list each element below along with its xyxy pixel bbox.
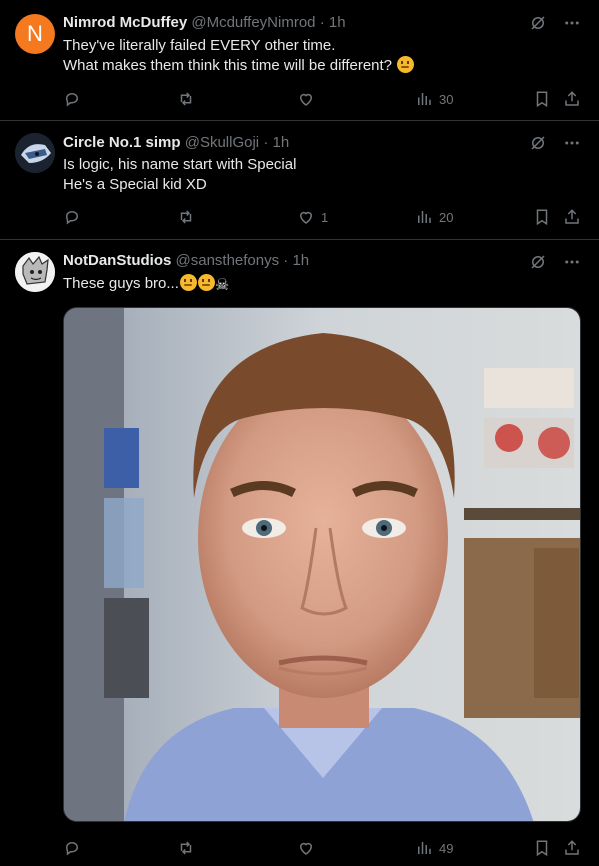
tweet-line: What makes them think this time will be … [63,57,393,74]
user-handle[interactable]: @SkullGoji [185,134,259,151]
timestamp[interactable]: · 1h [320,14,346,31]
heart-icon [299,93,313,106]
more-icon[interactable] [563,253,581,271]
tweet-header: NotDanStudios @sansthefonys · 1h [63,251,309,271]
views-button[interactable]: 49 [415,837,453,859]
views-icon [418,211,431,223]
tweet-actions: 30 [63,88,581,110]
avatar[interactable] [15,133,55,173]
repost-button[interactable] [177,837,195,859]
tweet-top-actions [529,253,581,271]
timestamp[interactable]: · 1h [263,134,289,151]
user-handle[interactable]: @McduffeyNimrod [191,14,315,31]
display-name[interactable]: Circle No.1 simp [63,134,181,151]
display-name[interactable]: Nimrod McDuffey [63,14,187,31]
avatar[interactable]: N [15,14,55,54]
tweet[interactable]: NotDanStudios @sansthefonys · 1h These g… [0,240,599,866]
grok-icon[interactable] [529,14,547,32]
view-count: 49 [439,840,454,856]
bookmark-icon [536,840,548,857]
tweet-text: They've literally failed EVERY other tim… [63,36,415,76]
tweet-line: These guys bro... [63,275,179,292]
tweet[interactable]: Circle No.1 simp @SkullGoji · 1h Is logi… [0,121,599,240]
more-icon[interactable] [563,14,581,32]
share-button[interactable] [563,206,581,228]
display-name[interactable]: NotDanStudios [63,252,171,269]
tweet-line: Is logic, his name start with Special [63,156,297,173]
share-icon [565,209,579,224]
portrait-photo [64,308,580,821]
user-handle[interactable]: @sansthefonys [176,252,280,269]
repost-button[interactable] [177,88,195,110]
avatar-letter: N [27,21,43,46]
repost-icon [180,92,192,106]
more-icon[interactable] [563,134,581,152]
view-count: 20 [439,209,454,225]
heart-icon [299,842,313,855]
skull-crossbones-emoji-icon: ☠ [214,277,230,294]
tweet-text: Is logic, his name start with Special He… [63,155,296,195]
reply-button[interactable] [63,206,81,228]
tweet-line: He's a Special kid XD [63,176,207,193]
tweet-top-actions [529,134,581,152]
reply-icon [65,841,79,856]
tweet[interactable]: N Nimrod McDuffey @McduffeyNimrod · 1h T… [0,0,599,121]
avatar-image [15,252,55,292]
views-icon [418,93,431,105]
views-button[interactable]: 30 [415,88,453,110]
grok-icon[interactable] [529,134,547,152]
tweet-header: Nimrod McDuffey @McduffeyNimrod · 1h [63,13,346,33]
avatar-image [15,133,55,173]
like-button[interactable]: 1 [297,206,328,228]
like-count: 1 [321,209,329,225]
share-button[interactable] [563,88,581,110]
grok-icon[interactable] [529,253,547,271]
heart-icon [299,211,313,224]
raised-eyebrow-emoji-icon [197,274,215,291]
repost-icon [180,841,192,855]
share-icon [565,840,579,855]
repost-icon [180,210,192,224]
reply-icon [65,210,79,225]
avatar[interactable] [15,252,55,292]
raised-eyebrow-emoji-icon [179,274,197,291]
views-icon [418,842,431,854]
like-button[interactable] [297,837,315,859]
views-button[interactable]: 20 [415,206,453,228]
bookmark-icon [536,91,548,108]
bookmark-button[interactable] [533,837,551,859]
tweet-text: These guys bro... ☠ [63,274,229,296]
tweet-media-image[interactable] [63,307,581,822]
tweet-top-actions [529,14,581,32]
bookmark-button[interactable] [533,206,551,228]
like-button[interactable] [297,88,315,110]
share-icon [565,91,579,106]
tweet-actions: 49 [63,837,581,859]
share-button[interactable] [563,837,581,859]
bookmark-icon [536,209,548,226]
reply-button[interactable] [63,88,81,110]
bookmark-button[interactable] [533,88,551,110]
tweet-line: They've literally failed EVERY other tim… [63,37,336,54]
reply-button[interactable] [63,837,81,859]
raised-eyebrow-emoji-icon [397,56,415,73]
tweet-actions: 1 20 [63,206,581,228]
tweet-header: Circle No.1 simp @SkullGoji · 1h [63,133,289,153]
timestamp[interactable]: · 1h [283,252,309,269]
reply-icon [65,92,79,107]
view-count: 30 [439,91,454,107]
repost-button[interactable] [177,206,195,228]
